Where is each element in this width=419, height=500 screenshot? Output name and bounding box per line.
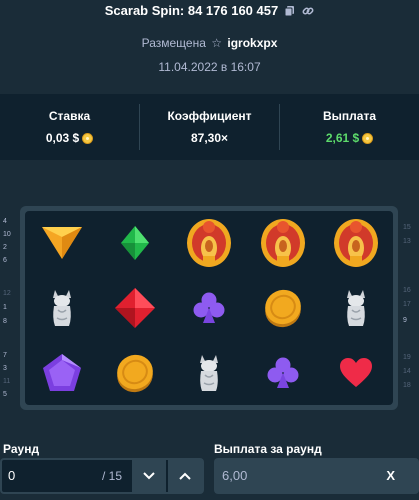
round-input[interactable] (8, 460, 88, 492)
payline-number: 16 (403, 287, 411, 294)
reel-cell (246, 340, 320, 405)
scarab-icon (334, 219, 379, 268)
heart-icon (340, 357, 373, 387)
round-payout-value: 6,00 (222, 468, 248, 483)
round-next-button[interactable] (168, 460, 202, 492)
payline-number: 5 (3, 391, 7, 398)
payline-number: 14 (403, 368, 411, 375)
multiplier-suffix: X (386, 468, 395, 483)
cat-statue-icon (347, 289, 366, 326)
link-icon[interactable] (302, 4, 314, 16)
placed-label: Размещена (141, 36, 206, 50)
placed-by-row: Размещена ☆ igrokxpx (0, 36, 419, 50)
slot-board (20, 206, 398, 410)
payline-number: 13 (403, 238, 411, 245)
reel-cell (25, 211, 99, 276)
stat-payout: Выплата 2,61 $ (279, 104, 419, 150)
payline-number: 12 (3, 290, 11, 297)
diamond-green-icon (121, 226, 150, 261)
payline-number: 19 (403, 354, 411, 361)
club-icon (193, 292, 225, 323)
reel-cell (319, 340, 393, 405)
reel-cell (172, 276, 246, 341)
reel-cell (246, 276, 320, 341)
round-label: Раунд (3, 442, 40, 456)
payline-number: 18 (403, 382, 411, 389)
reel-cell (25, 340, 99, 405)
payline-number: 6 (3, 257, 7, 264)
reel-cell (319, 276, 393, 341)
coin-icon (82, 132, 94, 144)
payline-number: 3 (3, 365, 7, 372)
stat-payout-value: 2,61 $ (325, 131, 360, 145)
stat-multiplier-value: 87,30× (190, 131, 229, 145)
triangle-gem-icon (41, 227, 82, 260)
stat-bet-value-row: 0,03 $ (0, 131, 139, 145)
payline-number: 15 (403, 224, 411, 231)
payline-number: 2 (3, 244, 7, 251)
round-selector: / 15 (0, 458, 204, 494)
bet-date: 11.04.2022 в 16:07 (158, 60, 261, 74)
reel-cell (99, 340, 173, 405)
reel-cell (172, 340, 246, 405)
chevron-up-icon (179, 472, 191, 480)
reel-cell (99, 211, 173, 276)
round-previous-button[interactable] (132, 460, 166, 492)
payline-number: 1 (3, 304, 7, 311)
reel-cell (246, 211, 320, 276)
bet-title: Scarab Spin: 84 176 160 457 (104, 2, 279, 18)
title-row: Scarab Spin: 84 176 160 457 (0, 0, 419, 20)
round-payout-label: Выплата за раунд (214, 442, 322, 456)
star-icon: ☆ (211, 36, 223, 50)
gold-coin-icon (264, 289, 301, 328)
stat-multiplier: Коэффициент 87,30× (139, 104, 279, 150)
cat-statue-icon (52, 289, 71, 326)
username-link[interactable]: igrokxpx (227, 36, 277, 50)
scarab-icon (186, 219, 231, 268)
stat-payout-value-row: 2,61 $ (280, 131, 419, 145)
round-payout-field: 6,00 X (214, 458, 419, 494)
payline-number: 7 (3, 352, 7, 359)
chevron-down-icon (143, 472, 155, 480)
payline-number: 9 (403, 317, 407, 324)
coin-icon (362, 132, 374, 144)
stat-multiplier-label: Коэффициент (167, 109, 252, 123)
payline-number: 4 (3, 218, 7, 225)
round-total: / 15 (102, 469, 123, 483)
reel-cell (172, 211, 246, 276)
copy-icon[interactable] (284, 4, 296, 17)
stat-bet-value: 0,03 $ (45, 131, 80, 145)
stat-bet-label: Ставка (48, 109, 91, 123)
cat-statue-icon (199, 354, 218, 391)
pentagon-gem-icon (42, 353, 81, 391)
payline-number: 10 (3, 231, 11, 238)
bet-stats-panel: Ставка 0,03 $ Коэффициент 87,30× Выплата… (0, 94, 419, 160)
payline-number: 17 (403, 301, 411, 308)
diamond-red-icon (115, 287, 156, 328)
stat-bet: Ставка 0,03 $ (0, 104, 139, 150)
reel-grid (25, 211, 393, 405)
stat-payout-label: Выплата (322, 109, 376, 123)
scarab-icon (260, 219, 305, 268)
gold-coin-icon (117, 354, 154, 392)
reel-cell (25, 276, 99, 341)
reel-cell (99, 276, 173, 341)
reel-cell (319, 211, 393, 276)
payline-number: 11 (3, 378, 11, 385)
club-icon (267, 357, 299, 388)
payline-number: 8 (3, 318, 7, 325)
